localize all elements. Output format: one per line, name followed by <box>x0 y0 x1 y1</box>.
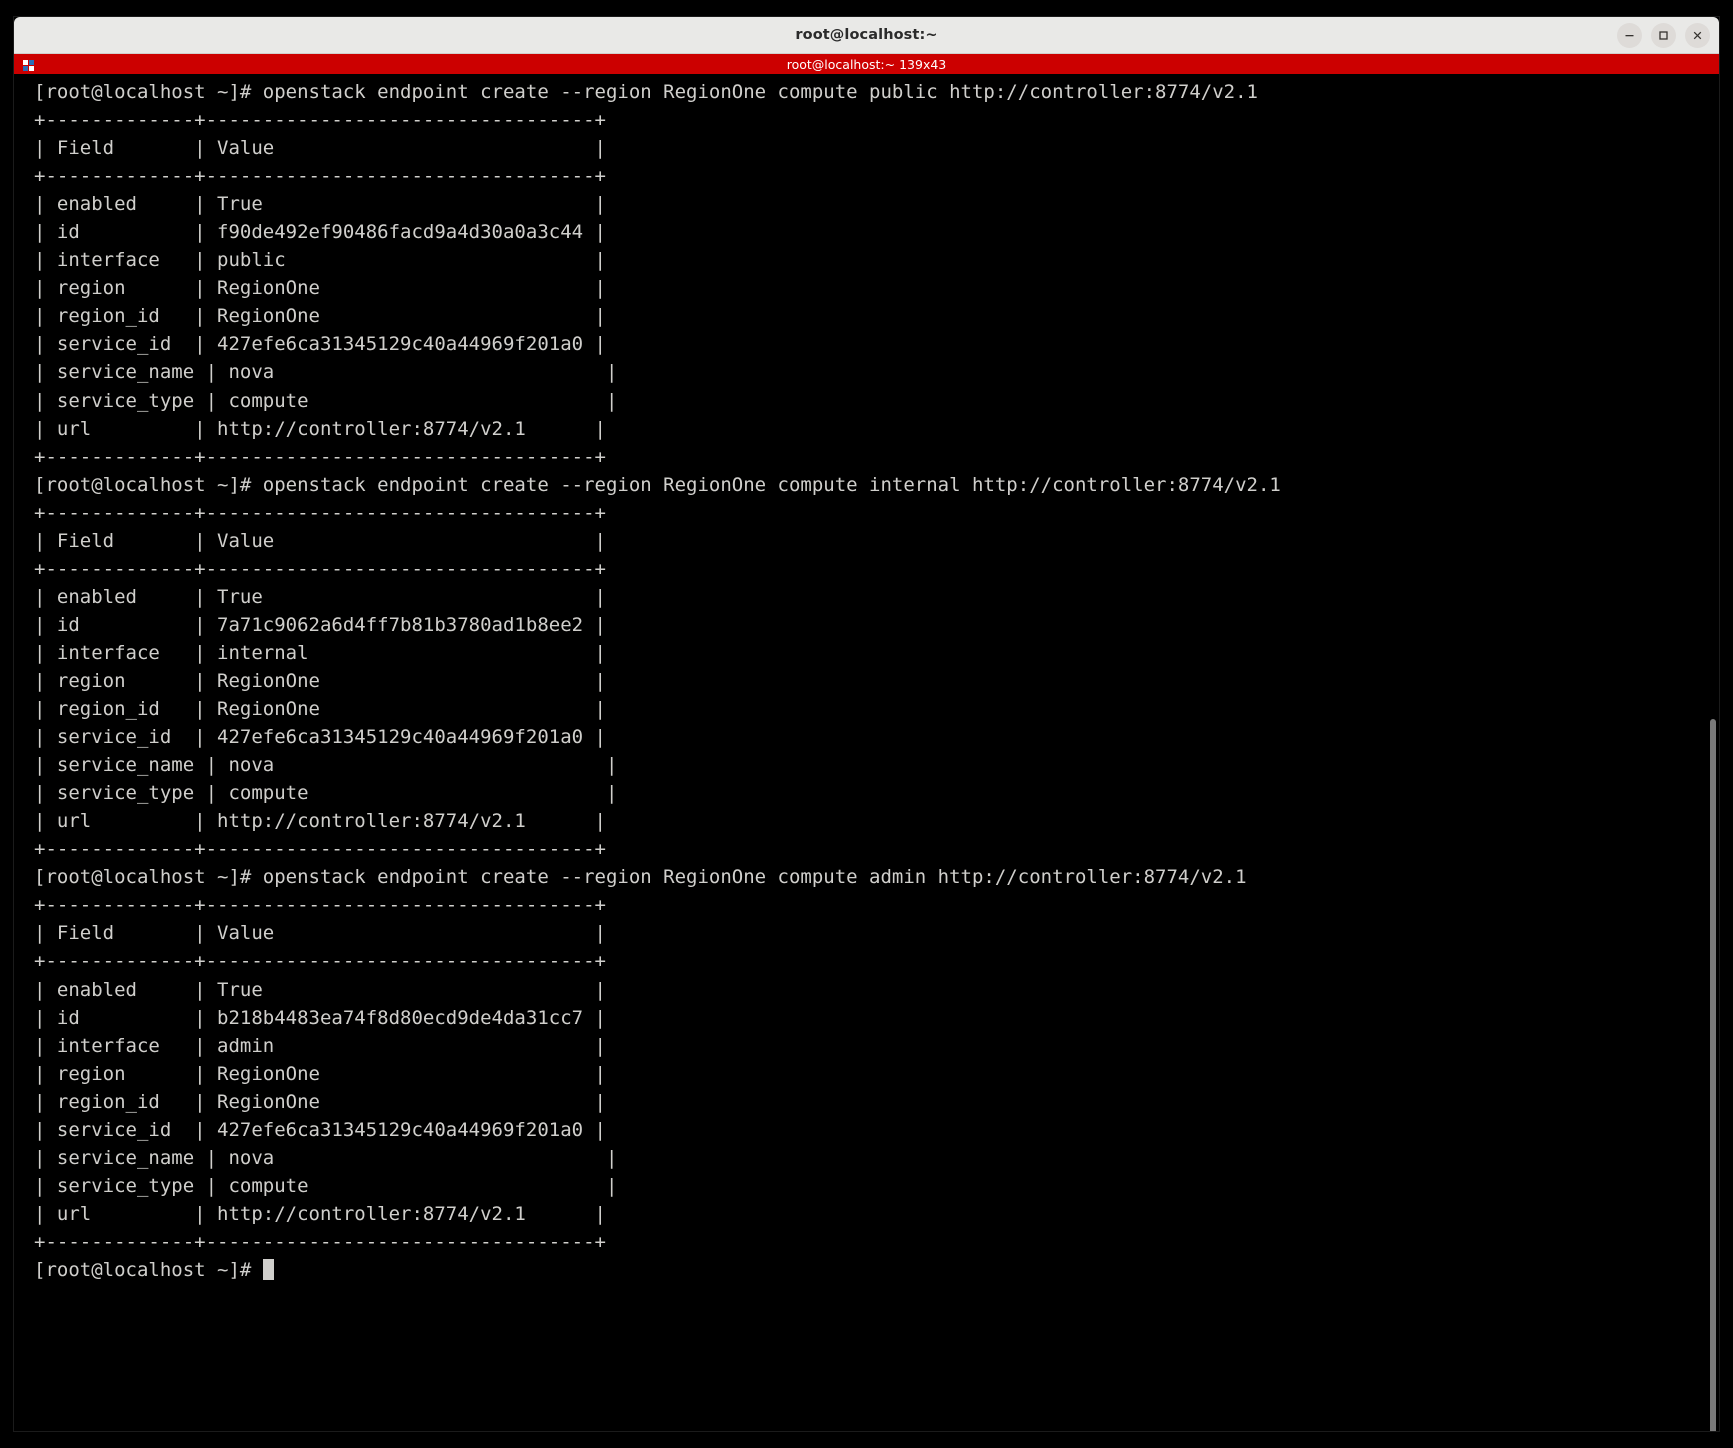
terminal-scrollbar-thumb[interactable] <box>1710 719 1716 1431</box>
terminal-viewport[interactable]: [root@localhost ~]# openstack endpoint c… <box>14 74 1719 1431</box>
window-title: root@localhost:~ <box>795 27 938 43</box>
window-controls <box>1617 17 1710 53</box>
window-titlebar[interactable]: root@localhost:~ <box>14 17 1719 54</box>
close-button[interactable] <box>1685 22 1710 48</box>
terminal-output: [root@localhost ~]# openstack endpoint c… <box>34 81 1281 1281</box>
minimize-button[interactable] <box>1617 22 1642 48</box>
terminal-screen[interactable]: [root@localhost ~]# openstack endpoint c… <box>14 74 1719 1431</box>
terminal-window: root@localhost:~ root@localhost:~ 139x43… <box>14 17 1719 1431</box>
tab-label: root@localhost:~ 139x43 <box>786 56 947 72</box>
terminal-cursor <box>262 1258 274 1280</box>
terminal-scrollbar[interactable] <box>1707 74 1719 1431</box>
maximize-button[interactable] <box>1651 22 1676 48</box>
terminal-icon <box>22 57 35 72</box>
terminal-tabbar[interactable]: root@localhost:~ 139x43 <box>14 54 1719 74</box>
